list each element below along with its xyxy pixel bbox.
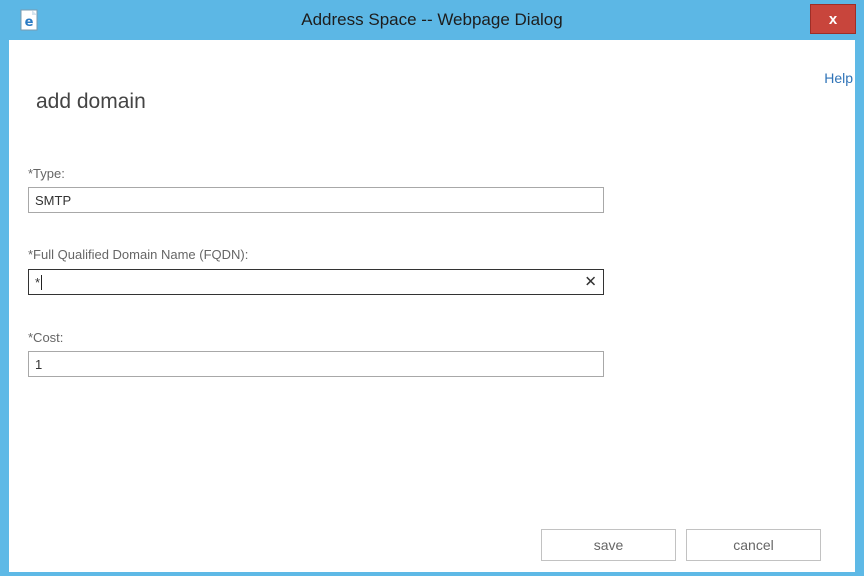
cost-label: *Cost: [28,330,64,345]
type-field[interactable]: SMTP [28,187,604,213]
close-icon: x [828,10,838,28]
type-value: SMTP [35,192,72,208]
fqdn-field[interactable]: * ✕ [28,269,604,295]
cancel-button[interactable]: cancel [686,529,821,561]
title-bar[interactable]: e Address Space -- Webpage Dialog x [0,0,864,40]
page-title: add domain [36,90,146,113]
type-label: *Type: [28,166,65,181]
cost-value: 1 [35,356,43,372]
cost-field[interactable]: 1 [28,351,604,377]
fqdn-label: *Full Qualified Domain Name (FQDN): [28,247,249,262]
dialog-content: Help add domain *Type: SMTP *Full Qualif… [9,40,855,572]
window-title: Address Space -- Webpage Dialog [301,10,563,29]
clear-icon[interactable]: ✕ [584,275,597,290]
save-button[interactable]: save [541,529,676,561]
dialog-window: e Address Space -- Webpage Dialog x Help… [0,0,864,576]
help-link[interactable]: Help [824,70,853,86]
text-caret [41,274,43,290]
fqdn-value: * [35,274,41,290]
close-button[interactable]: x [810,4,856,34]
